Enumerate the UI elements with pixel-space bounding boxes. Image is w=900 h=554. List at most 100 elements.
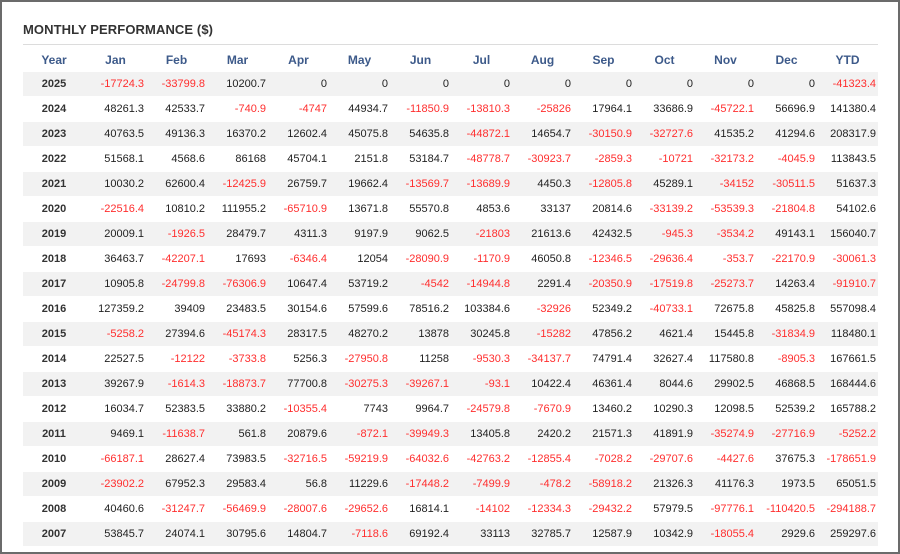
month-value-cell: -21803	[451, 221, 512, 247]
month-value-cell: -28007.6	[268, 496, 329, 522]
month-value-cell: -33799.8	[146, 72, 207, 97]
month-value-cell: -478.2	[512, 471, 573, 497]
ytd-cell: 141380.4	[817, 96, 878, 122]
month-value-cell: 53184.7	[390, 146, 451, 172]
month-value-cell: 86168	[207, 146, 268, 172]
month-value-cell: 0	[573, 72, 634, 97]
table-row: 2009 -23902.2 67952.3 29583.4 56.8 11229.6 -17…	[23, 471, 878, 497]
month-value-cell: 10200.7	[207, 72, 268, 97]
year-cell: 2009	[23, 471, 85, 497]
column-header-aug: Aug	[530, 53, 555, 67]
column-header-dec: Dec	[775, 53, 798, 67]
month-value-cell: 10342.9	[634, 521, 695, 547]
month-value-cell: -39267.1	[390, 371, 451, 397]
month-value-cell: -48778.7	[451, 146, 512, 172]
month-value-cell: 561.8	[207, 421, 268, 447]
month-value-cell: 16370.2	[207, 121, 268, 147]
table-row: 2010 -66187.1 28627.4 73983.5 -32716.5 -59219…	[23, 446, 878, 472]
title-divider	[23, 44, 878, 45]
month-value-cell: -12855.4	[512, 446, 573, 472]
month-value-cell: -14102	[451, 496, 512, 522]
month-value-cell: -3534.2	[695, 221, 756, 247]
month-value-cell: 103384.6	[451, 296, 512, 322]
month-value-cell: 30795.6	[207, 521, 268, 547]
month-value-cell: -17519.8	[634, 271, 695, 297]
month-value-cell: -29432.2	[573, 496, 634, 522]
month-value-cell: -6346.4	[268, 246, 329, 272]
year-cell: 2010	[23, 446, 85, 472]
month-value-cell: 0	[512, 72, 573, 97]
month-value-cell: -7499.9	[451, 471, 512, 497]
column-header-mar: Mar	[226, 53, 249, 67]
month-value-cell: 0	[695, 72, 756, 97]
ytd-cell: 208317.9	[817, 121, 878, 147]
ytd-cell: -178651.9	[817, 446, 878, 472]
panel-title: MONTHLY PERFORMANCE ($)	[23, 22, 214, 37]
month-value-cell: -22516.4	[85, 196, 146, 222]
month-value-cell: 28317.5	[268, 321, 329, 347]
month-value-cell: 0	[451, 72, 512, 97]
year-cell: 2014	[23, 346, 85, 372]
ytd-cell: -91910.7	[817, 271, 878, 297]
table-row: 2025 -17724.3 -33799.8 10200.7 0 0 0 0 0 0 0 0 0 -413…	[23, 72, 878, 97]
table-row: 2023 40763.5 49136.3 16370.2 12602.4 45075.8 5…	[23, 121, 878, 147]
month-value-cell: 10810.2	[146, 196, 207, 222]
month-value-cell: 14263.4	[756, 271, 817, 297]
ytd-cell: -30061.3	[817, 246, 878, 272]
month-value-cell: 37675.3	[756, 446, 817, 472]
month-value-cell: -44872.1	[451, 121, 512, 147]
month-value-cell: 30245.8	[451, 321, 512, 347]
year-cell: 2016	[23, 296, 85, 322]
month-value-cell: -10721	[634, 146, 695, 172]
month-value-cell: -13569.7	[390, 171, 451, 197]
month-value-cell: 53845.7	[85, 521, 146, 547]
year-cell: 2021	[23, 171, 85, 197]
column-header-apr: Apr	[288, 53, 309, 67]
month-value-cell: -28090.9	[390, 246, 451, 272]
month-value-cell: -42763.2	[451, 446, 512, 472]
month-value-cell: -20350.9	[573, 271, 634, 297]
month-value-cell: 72675.8	[695, 296, 756, 322]
month-value-cell: 13405.8	[451, 421, 512, 447]
table-row: 2017 10905.8 -24799.8 -76306.9 10647.4 53719.…	[23, 271, 878, 297]
monthly-performance-table: Year Jan Feb Mar Apr May Jun Jul Aug Sep Oct Nov Dec…	[23, 48, 878, 547]
month-value-cell: 45704.1	[268, 146, 329, 172]
month-value-cell: 47856.2	[573, 321, 634, 347]
ytd-cell: 65051.5	[817, 471, 878, 497]
column-header-jan: Jan	[105, 53, 126, 67]
month-value-cell: 15445.8	[695, 321, 756, 347]
column-header-nov: Nov	[714, 53, 737, 67]
month-value-cell: -1170.9	[451, 246, 512, 272]
month-value-cell: 21613.6	[512, 221, 573, 247]
month-value-cell: -30923.7	[512, 146, 573, 172]
month-value-cell: 28479.7	[207, 221, 268, 247]
month-value-cell: 20879.6	[268, 421, 329, 447]
month-value-cell: 48261.3	[85, 96, 146, 122]
month-value-cell: 40763.5	[85, 121, 146, 147]
month-value-cell: -13810.3	[451, 96, 512, 122]
month-value-cell: 16034.7	[85, 396, 146, 422]
month-value-cell: 48270.2	[329, 321, 390, 347]
month-value-cell: 33880.2	[207, 396, 268, 422]
month-value-cell: -9530.3	[451, 346, 512, 372]
month-value-cell: 10422.4	[512, 371, 573, 397]
month-value-cell: -30150.9	[573, 121, 634, 147]
month-value-cell: 56.8	[268, 471, 329, 497]
table-body: 2025 -17724.3 -33799.8 10200.7 0 0 0 0 0 0 0 0 0 -413…	[23, 72, 878, 547]
year-cell: 2011	[23, 421, 85, 447]
month-value-cell: 12602.4	[268, 121, 329, 147]
month-value-cell: -110420.5	[756, 496, 817, 522]
month-value-cell: -11850.9	[390, 96, 451, 122]
month-value-cell: -34137.7	[512, 346, 573, 372]
month-value-cell: -12346.5	[573, 246, 634, 272]
month-value-cell: 42432.5	[573, 221, 634, 247]
month-value-cell: 111955.2	[207, 196, 268, 222]
ytd-cell: 51637.3	[817, 171, 878, 197]
month-value-cell: 4568.6	[146, 146, 207, 172]
month-value-cell: 46361.4	[573, 371, 634, 397]
month-value-cell: 33113	[451, 521, 512, 547]
month-value-cell: 45289.1	[634, 171, 695, 197]
month-value-cell: 0	[268, 72, 329, 97]
month-value-cell: 24074.1	[146, 521, 207, 547]
ytd-cell: -5252.2	[817, 421, 878, 447]
